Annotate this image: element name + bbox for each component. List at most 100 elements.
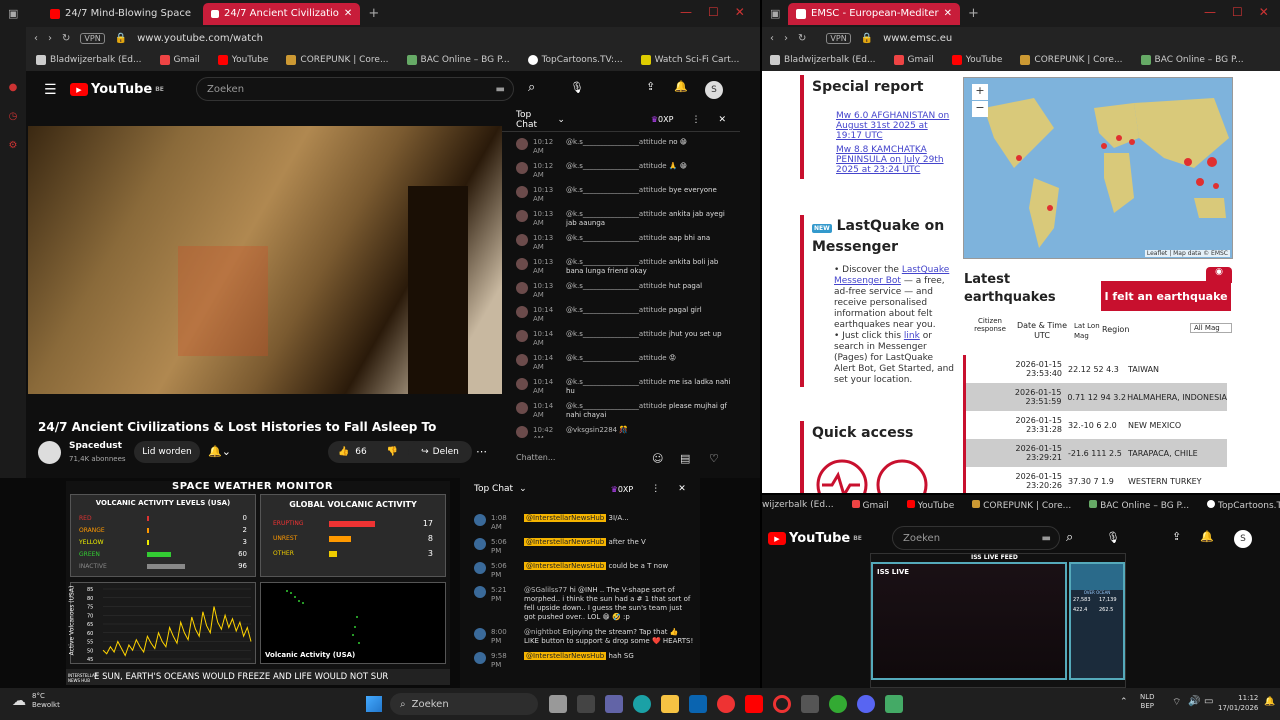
- search-icon[interactable]: ⌕: [528, 80, 535, 95]
- edge-icon[interactable]: [633, 695, 651, 713]
- bookmark-item[interactable]: Watch Sci-Fi Cart...: [640, 55, 739, 65]
- xp-badge[interactable]: ♛0XP: [651, 115, 674, 124]
- chat-username[interactable]: @k.s________________attitude: [566, 402, 667, 410]
- report-link[interactable]: Mw 8.8 KAMCHATKA PENINSULA on July 29th …: [836, 145, 956, 175]
- bell-subscribe-icon[interactable]: 🔔⌄: [208, 445, 231, 458]
- task-view-icon[interactable]: [549, 695, 567, 713]
- tab-overview-icon[interactable]: ▣: [770, 7, 780, 20]
- chat-username[interactable]: @k.s________________attitude: [566, 282, 667, 290]
- taskbar-search[interactable]: ⌕ Zoeken: [390, 693, 538, 715]
- youtube-app-icon[interactable]: [745, 695, 763, 713]
- felt-earthquake-button[interactable]: I felt an earthquake: [1101, 281, 1231, 311]
- search-icon[interactable]: ⌕: [1066, 530, 1073, 545]
- bookmark-item[interactable]: Bladwijzerbalk (Ed...: [770, 55, 876, 65]
- channel-avatar[interactable]: [38, 441, 61, 464]
- store-icon[interactable]: [577, 695, 595, 713]
- super-chat-icon[interactable]: ▤: [680, 452, 690, 465]
- chat-username[interactable]: @InterstellarNewsHub: [524, 562, 607, 570]
- lq-link[interactable]: link: [904, 331, 920, 341]
- bookmark-item[interactable]: Gmail: [893, 55, 934, 65]
- game-icon[interactable]: [885, 695, 903, 713]
- reload-icon[interactable]: ↻: [62, 33, 70, 44]
- forward-icon[interactable]: ›: [784, 33, 788, 44]
- settings-icon[interactable]: ⚙: [9, 140, 18, 151]
- magnitude-filter-select[interactable]: All Mag: [1190, 323, 1232, 333]
- bookmark-item[interactable]: YouTube: [906, 500, 954, 516]
- chat2-mode-select[interactable]: Top Chat: [474, 484, 513, 494]
- maximize-icon[interactable]: ☐: [1232, 5, 1243, 19]
- keyboard-icon[interactable]: ▬: [1042, 533, 1051, 544]
- discord-icon[interactable]: [857, 695, 875, 713]
- chat-username[interactable]: @k.s________________attitude: [566, 330, 667, 338]
- notification-icon[interactable]: 🔔: [1264, 697, 1275, 707]
- chat2-more-icon[interactable]: ⋮: [651, 484, 660, 494]
- mic-icon[interactable]: 🎙: [1106, 531, 1120, 544]
- chat-username[interactable]: @k.s________________attitude: [566, 306, 667, 314]
- chat-avatar[interactable]: [516, 138, 528, 150]
- bookmark-item[interactable]: COREPUNK | Core...: [286, 55, 389, 65]
- bookmark-item[interactable]: BAC Online – BG P...: [406, 55, 510, 65]
- chat-mode-select[interactable]: Top Chat: [516, 110, 551, 130]
- close-icon[interactable]: ✕: [344, 8, 352, 19]
- chat-username[interactable]: @InterstellarNewsHub: [524, 538, 607, 546]
- channel-name[interactable]: Spacedust: [69, 441, 122, 451]
- start-button[interactable]: [366, 696, 382, 712]
- chat-more-icon[interactable]: ⋮: [691, 115, 700, 125]
- chat-username[interactable]: @k.s________________attitude: [566, 162, 667, 170]
- outlook-icon[interactable]: [689, 695, 707, 713]
- chat-avatar[interactable]: [474, 586, 486, 598]
- opera-icon[interactable]: [773, 695, 791, 713]
- keyboard-icon[interactable]: ▬: [496, 84, 505, 95]
- share-button[interactable]: ↪ Delen: [408, 441, 472, 463]
- chat-input[interactable]: Chatten...: [516, 453, 555, 462]
- tab-ancient[interactable]: 24/7 Ancient Civilizatio ✕: [203, 2, 361, 25]
- app-icon[interactable]: [829, 695, 847, 713]
- chat-username[interactable]: @InterstellarNewsHub: [524, 514, 607, 522]
- back-icon[interactable]: ‹: [770, 33, 774, 44]
- chat-avatar[interactable]: [516, 186, 528, 198]
- report-link[interactable]: Mw 6.0 AFGHANISTAN on August 31st 2025 a…: [836, 111, 956, 141]
- bookmark-item[interactable]: COREPUNK | Core...: [972, 500, 1071, 516]
- chat-close-icon[interactable]: ✕: [718, 115, 726, 125]
- vpn-badge[interactable]: VPN: [80, 32, 105, 44]
- bookmark-item[interactable]: BAC Online – BG P...: [1089, 500, 1189, 516]
- volume-icon[interactable]: 🔊: [1188, 696, 1200, 707]
- clock[interactable]: 11:12 17/01/2026: [1218, 693, 1258, 713]
- chat-avatar[interactable]: [474, 538, 486, 550]
- minimize-icon[interactable]: —: [680, 5, 692, 19]
- youtube-logo[interactable]: ▶ YouTube BE: [768, 531, 862, 546]
- chat-avatar[interactable]: [474, 652, 486, 664]
- tab-overview-icon[interactable]: ▣: [8, 7, 18, 20]
- chat-avatar[interactable]: [516, 234, 528, 246]
- chrome-icon[interactable]: [717, 695, 735, 713]
- bookmark-item[interactable]: TopCartoons.TV:...: [527, 55, 623, 65]
- chat-username[interactable]: @k.s________________attitude: [566, 354, 667, 362]
- chevron-down-icon[interactable]: ⌄: [519, 484, 527, 494]
- video-player[interactable]: [28, 126, 502, 394]
- chevron-down-icon[interactable]: ⌄: [557, 115, 565, 125]
- quake-row[interactable]: 2026-01-15 23:53:40 22.12 52 4.3 TAIWAN: [963, 355, 1227, 383]
- chat-avatar[interactable]: [516, 282, 528, 294]
- tab-emsc[interactable]: EMSC - European-Mediter ✕: [788, 2, 960, 25]
- weather-widget[interactable]: ☁ 8°C Bewolkt: [12, 692, 60, 710]
- quake-row[interactable]: 2026-01-15 23:29:21 -21.6 111 2.5 TARAPACA,…: [963, 439, 1227, 467]
- youtube-logo[interactable]: ▶ YouTube BE: [70, 82, 164, 97]
- bookmark-item[interactable]: TopCartoons.TV:...: [1207, 500, 1280, 516]
- vpn-badge[interactable]: VPN: [826, 32, 851, 44]
- chat-avatar[interactable]: [516, 330, 528, 342]
- messenger-icon[interactable]: ●: [9, 82, 18, 93]
- bookmark-item[interactable]: Gmail: [159, 55, 200, 65]
- upload-icon[interactable]: ⇪: [646, 80, 655, 93]
- bookmark-item[interactable]: YouTube: [951, 55, 1002, 65]
- close-window-icon[interactable]: ✕: [735, 5, 745, 19]
- new-tab-button[interactable]: +: [964, 6, 983, 21]
- more-icon[interactable]: ⋯: [476, 445, 487, 458]
- chat-avatar[interactable]: [474, 562, 486, 574]
- close-icon[interactable]: ✕: [944, 8, 952, 19]
- bookmark-item[interactable]: Gmail: [851, 500, 889, 516]
- chat-username[interactable]: @k.s________________attitude: [566, 138, 667, 146]
- iss-video-player[interactable]: ISS LIVE FEED ISS LIVE OVER OCEAN 27,583…: [870, 553, 1126, 688]
- chat-avatar[interactable]: [516, 378, 528, 390]
- address-bar[interactable]: www.youtube.com/watch: [137, 33, 263, 44]
- reload-icon[interactable]: ↻: [798, 33, 806, 44]
